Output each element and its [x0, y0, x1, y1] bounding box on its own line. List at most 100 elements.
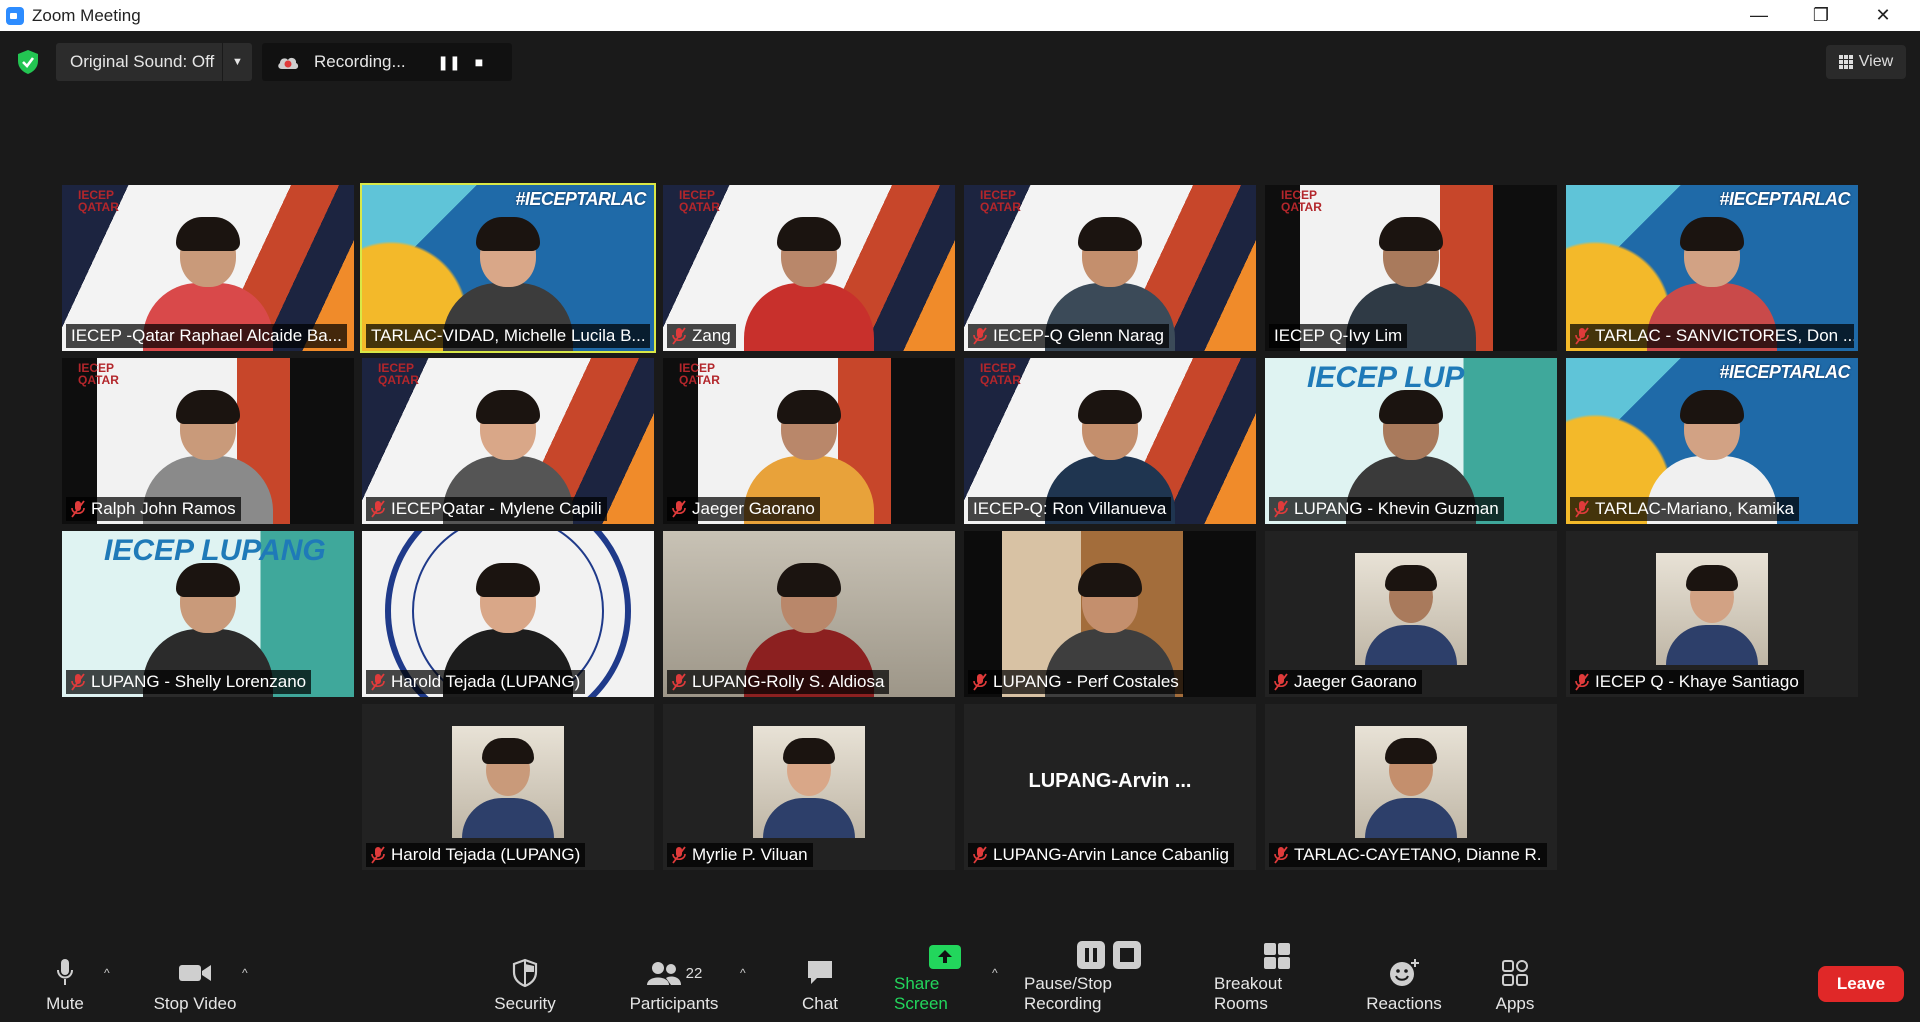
pause-stop-recording-button[interactable]: Pause/Stop Recording	[1024, 941, 1194, 1014]
security-button[interactable]: Security	[490, 952, 560, 1014]
participant-name: IECEPQatar - Mylene Capili	[391, 499, 602, 518]
participant-tile[interactable]: IECEP QATAR IECEP Q-Ivy Lim	[1265, 185, 1557, 351]
participant-tile[interactable]: #IECEPTARLAC TARLAC-VIDAD, Michelle Lucil…	[360, 183, 656, 353]
participant-name-label: IECEP Q-Ivy Lim	[1269, 324, 1408, 348]
participant-person	[744, 201, 874, 351]
participant-tile[interactable]: Harold Tejada (LUPANG)	[362, 531, 654, 697]
participant-tile[interactable]: LUPANG - Perf Costales	[964, 531, 1256, 697]
profile-picture	[1656, 553, 1768, 665]
participant-tile[interactable]: IECEP LUP LUPANG - Khevin Guzman	[1265, 358, 1557, 524]
participant-name: Harold Tejada (LUPANG)	[391, 672, 581, 691]
encryption-shield-icon[interactable]	[16, 49, 40, 75]
stop-video-button[interactable]: Stop Video	[150, 952, 240, 1014]
participant-tile[interactable]: IECEP LUPANG LUPANG - Shelly Lorenzano	[62, 531, 354, 697]
participant-name-label: LUPANG-Rolly S. Aldiosa	[667, 670, 890, 694]
chat-bubble-icon	[805, 956, 835, 990]
microphone-icon	[56, 956, 74, 990]
participant-name-label: TARLAC-VIDAD, Michelle Lucila B...	[366, 324, 650, 348]
participant-tile[interactable]: IECEP QATAR IECEP -Qatar Raphael Alcaide B…	[62, 185, 354, 351]
participant-display-name: LUPANG-Arvin ...	[1028, 770, 1192, 792]
breakout-rooms-icon	[1263, 942, 1291, 970]
original-sound-button[interactable]: Original Sound: Off ▼	[56, 43, 252, 81]
iecep-qatar-logo: IECEP QATAR	[78, 361, 119, 387]
reactions-smiley-icon	[1388, 956, 1420, 990]
muted-mic-icon	[1575, 673, 1589, 691]
leave-button[interactable]: Leave	[1818, 966, 1904, 1002]
original-sound-label: Original Sound: Off	[70, 52, 215, 71]
participant-name-label: IECEP-Q: Ron Villanueva	[968, 497, 1172, 521]
participant-tile[interactable]: IECEP QATAR Jaeger Gaorano	[663, 358, 955, 524]
participant-name-label: LUPANG - Khevin Guzman	[1269, 497, 1504, 521]
share-screen-button[interactable]: Share Screen	[894, 945, 996, 1014]
profile-picture	[1355, 726, 1467, 838]
apps-button[interactable]: Apps	[1488, 952, 1542, 1014]
share-options-caret-icon[interactable]: ^	[992, 966, 998, 980]
audio-options-caret-icon[interactable]: ^	[104, 966, 110, 980]
close-button[interactable]: ✕	[1852, 0, 1914, 31]
participant-tile[interactable]: IECEP QATAR Zang	[663, 185, 955, 351]
participant-name: LUPANG-Arvin Lance Cabanlig	[993, 845, 1229, 864]
stop-video-label: Stop Video	[153, 994, 237, 1013]
participant-tile[interactable]: Harold Tejada (LUPANG)	[362, 704, 654, 870]
profile-picture	[1355, 553, 1467, 665]
muted-mic-icon	[672, 500, 686, 518]
stop-recording-icon[interactable]: ■	[464, 47, 494, 77]
muted-mic-icon	[672, 673, 686, 691]
muted-mic-icon	[371, 673, 385, 691]
participants-label: Participants	[629, 994, 719, 1013]
iecep-qatar-logo: IECEP QATAR	[980, 361, 1021, 387]
participant-tile[interactable]: IECEP QATAR Ralph John Ramos	[62, 358, 354, 524]
participant-name: LUPANG - Khevin Guzman	[1294, 499, 1499, 518]
muted-mic-icon	[1274, 673, 1288, 691]
muted-mic-icon	[71, 673, 85, 691]
breakout-rooms-label: Breakout Rooms	[1214, 974, 1283, 1013]
recording-status-label: Recording...	[314, 52, 406, 71]
participant-name: Harold Tejada (LUPANG)	[391, 845, 581, 864]
pause-stop-icon	[1076, 940, 1142, 970]
pause-recording-icon[interactable]: ❚❚	[434, 47, 464, 77]
muted-mic-icon	[973, 846, 987, 864]
iecep-qatar-logo: IECEP QATAR	[980, 188, 1021, 214]
participant-tile[interactable]: IECEP QATAR IECEPQatar - Mylene Capili	[362, 358, 654, 524]
participant-tile[interactable]: LUPANG-Arvin ... LUPANG-Arvin Lance Caban…	[964, 704, 1256, 870]
muted-mic-icon	[1575, 327, 1589, 345]
participants-button[interactable]: 22 Participants	[624, 952, 724, 1014]
muted-mic-icon	[973, 673, 987, 691]
view-button[interactable]: View	[1826, 45, 1906, 79]
video-options-caret-icon[interactable]: ^	[242, 966, 248, 980]
participant-tile[interactable]: Jaeger Gaorano	[1265, 531, 1557, 697]
participant-tile[interactable]: #IECEPTARLAC TARLAC - SANVICTORES, Don ..…	[1566, 185, 1858, 351]
grid-view-icon	[1838, 55, 1853, 69]
participant-tile[interactable]: Myrlie P. Viluan	[663, 704, 955, 870]
original-sound-dropdown-icon[interactable]: ▼	[222, 43, 252, 81]
reactions-button[interactable]: Reactions	[1366, 952, 1442, 1014]
breakout-rooms-button[interactable]: Breakout Rooms	[1214, 943, 1340, 1014]
muted-mic-icon	[371, 846, 385, 864]
muted-mic-icon	[1274, 500, 1288, 518]
mute-button[interactable]: Mute	[40, 952, 90, 1014]
participant-name-label: IECEP -Qatar Raphael Alcaide Ba...	[66, 324, 347, 348]
participant-name-label: IECEP Q - Khaye Santiago	[1570, 670, 1804, 694]
participant-tile[interactable]: IECEP Q - Khaye Santiago	[1566, 531, 1858, 697]
participant-name-label: IECEPQatar - Mylene Capili	[366, 497, 607, 521]
participant-tile[interactable]: LUPANG-Rolly S. Aldiosa	[663, 531, 955, 697]
share-screen-icon	[928, 944, 962, 970]
reactions-label: Reactions	[1366, 994, 1442, 1013]
minimize-button[interactable]: —	[1728, 0, 1790, 31]
iecep-qatar-logo: IECEP QATAR	[78, 188, 119, 214]
participant-tile[interactable]: IECEP QATAR IECEP-Q Glenn Narag	[964, 185, 1256, 351]
chat-button[interactable]: Chat	[790, 952, 850, 1014]
participant-tile[interactable]: #IECEPTARLAC TARLAC-Mariano, Kamika	[1566, 358, 1858, 524]
security-label: Security	[494, 994, 556, 1013]
muted-mic-icon	[371, 500, 385, 518]
participant-name: TARLAC-Mariano, Kamika	[1595, 499, 1795, 518]
maximize-button[interactable]: ❐	[1790, 0, 1852, 31]
participant-tile[interactable]: IECEP QATAR IECEP-Q: Ron Villanueva	[964, 358, 1256, 524]
participant-name-label: LUPANG-Arvin Lance Cabanlig	[968, 843, 1234, 867]
profile-picture	[753, 726, 865, 838]
iecep-qatar-logo: IECEP QATAR	[679, 361, 720, 387]
participant-name: LUPANG - Shelly Lorenzano	[91, 672, 307, 691]
participant-name: TARLAC-VIDAD, Michelle Lucila B...	[371, 326, 646, 345]
participants-options-caret-icon[interactable]: ^	[740, 966, 746, 980]
participant-tile[interactable]: TARLAC-CAYETANO, Dianne R.	[1265, 704, 1557, 870]
